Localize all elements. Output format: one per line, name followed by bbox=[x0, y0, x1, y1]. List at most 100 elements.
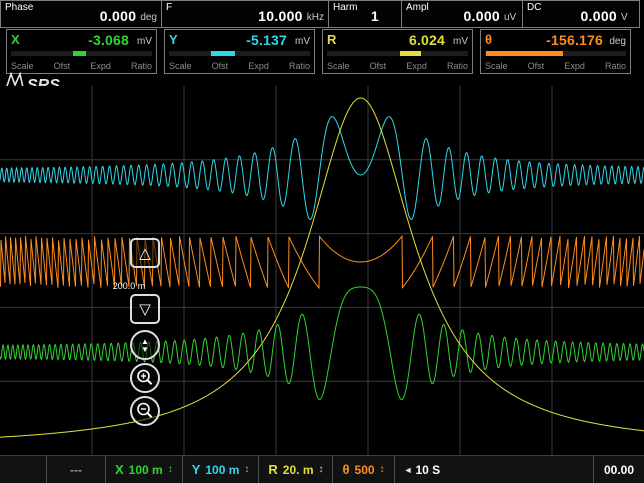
scale-value: 100 m bbox=[205, 463, 239, 477]
channel-indicator-segment bbox=[486, 51, 562, 56]
magnifier-minus-icon bbox=[135, 401, 155, 421]
channel-indicator-segment bbox=[400, 51, 421, 56]
param-value: 0.000 bbox=[580, 8, 617, 24]
channel-control-ofst[interactable]: Ofst bbox=[370, 61, 387, 71]
param-unit: deg bbox=[140, 12, 157, 23]
trace-y bbox=[0, 117, 644, 220]
channel-r[interactable]: R 6.024 mV Scale Ofst Expd Ratio bbox=[322, 29, 473, 74]
arrows-up-down-icon: ▲▼ bbox=[141, 338, 149, 353]
channel-control-expd[interactable]: Expd bbox=[248, 61, 269, 71]
trace-r bbox=[0, 98, 644, 437]
param-ampl[interactable]: Ampl 0.000 uV bbox=[401, 0, 523, 28]
channel-control-scale[interactable]: Scale bbox=[327, 61, 350, 71]
channel-unit: mV bbox=[137, 36, 152, 47]
channel-control-expd[interactable]: Expd bbox=[406, 61, 427, 71]
magnifier-plus-icon bbox=[135, 368, 155, 388]
scale-value: 20. m bbox=[283, 463, 314, 477]
scale-y[interactable]: Y 100 m ↕ bbox=[182, 456, 259, 483]
param-f[interactable]: F 10.000 kHz bbox=[161, 0, 329, 28]
param-dc[interactable]: DC0.000V bbox=[522, 0, 640, 28]
channel-control-ratio[interactable]: Ratio bbox=[605, 61, 626, 71]
channel-indicator bbox=[327, 51, 468, 56]
scale-theta[interactable]: θ 500 ↕ bbox=[332, 456, 393, 483]
clock: 00.00 bbox=[593, 456, 644, 483]
param-label: Ampl bbox=[406, 2, 429, 13]
param-value: 0.000 bbox=[463, 8, 500, 24]
pan-vertical-button[interactable]: ▲▼ bbox=[130, 330, 160, 360]
channel-unit: mV bbox=[453, 36, 468, 47]
timebase-value: 10 S bbox=[415, 463, 440, 477]
channel-control-scale[interactable]: Scale bbox=[169, 61, 192, 71]
channel-value: -3.068 bbox=[88, 32, 129, 48]
waveform-graph bbox=[0, 86, 644, 455]
channel-control-ratio[interactable]: Ratio bbox=[289, 61, 310, 71]
scale-down-button[interactable]: ▽ bbox=[130, 294, 160, 324]
channel-control-ofst[interactable]: Ofst bbox=[528, 61, 545, 71]
param-unit: kHz bbox=[307, 12, 324, 23]
channel-theta[interactable]: θ-156.176degScaleOfstExpdRatio bbox=[480, 29, 631, 74]
scale-channel-label: R bbox=[268, 462, 277, 477]
updown-arrow-icon: ↕ bbox=[380, 464, 385, 475]
param-value: 1 bbox=[371, 8, 379, 24]
channel-letter: X bbox=[11, 32, 20, 47]
channel-indicator-segment bbox=[211, 51, 235, 56]
channel-indicator bbox=[169, 51, 310, 56]
scale-value: 100 m bbox=[129, 463, 163, 477]
lockin-display: Phase0.000degF10.000kHzHarm1Ampl0.000uVD… bbox=[0, 0, 644, 483]
scale-x[interactable]: X100 m↕ bbox=[105, 456, 182, 483]
channel-value: -5.137 bbox=[246, 32, 287, 48]
channel-indicator-segment bbox=[73, 51, 86, 56]
scale-value: 500 bbox=[355, 463, 375, 477]
channel-letter: R bbox=[327, 32, 336, 47]
trace-layer bbox=[0, 86, 644, 455]
channel-controls: Scale Ofst Expd Ratio bbox=[485, 61, 626, 71]
zoom-out-button[interactable] bbox=[130, 396, 160, 426]
scale-r[interactable]: R 20. m ↕ bbox=[258, 456, 332, 483]
channel-indicator bbox=[11, 51, 152, 56]
param-label: F bbox=[166, 2, 172, 13]
channel-control-ofst[interactable]: Ofst bbox=[212, 61, 229, 71]
param-row: Phase0.000degF10.000kHzHarm1Ampl0.000uVD… bbox=[0, 0, 640, 28]
channel-control-ratio[interactable]: Ratio bbox=[131, 61, 152, 71]
channel-control-ratio[interactable]: Ratio bbox=[447, 61, 468, 71]
clock-value: 00.00 bbox=[604, 463, 634, 477]
scale-channel-label: Y bbox=[192, 462, 201, 477]
channel-control-expd[interactable]: Expd bbox=[564, 61, 585, 71]
channel-value: -156.176 bbox=[546, 32, 603, 48]
updown-arrow-icon: ↕ bbox=[244, 464, 249, 475]
statusbar-spacer bbox=[0, 456, 46, 483]
scale-up-button[interactable]: △ bbox=[130, 238, 160, 268]
channel-indicator bbox=[485, 51, 626, 56]
channel-unit: deg bbox=[609, 36, 626, 47]
channel-letter: Y bbox=[169, 32, 178, 47]
channel-control-expd[interactable]: Expd bbox=[90, 61, 111, 71]
scale-channel-label: θ bbox=[342, 462, 349, 477]
channel-control-scale[interactable]: Scale bbox=[485, 61, 508, 71]
scale-channel-label: X bbox=[115, 462, 124, 477]
param-unit: uV bbox=[504, 12, 518, 23]
scale-range-label: 200.0 m bbox=[100, 281, 158, 291]
trace-x bbox=[0, 287, 644, 400]
triangle-down-icon: ▽ bbox=[139, 302, 151, 317]
statusbar-filler bbox=[449, 456, 593, 483]
channel-controls: Scale Ofst Expd Ratio bbox=[169, 61, 310, 71]
channel-unit: mV bbox=[295, 36, 310, 47]
param-phase[interactable]: Phase 0.000deg bbox=[0, 0, 162, 28]
param-harm[interactable]: Harm1 bbox=[328, 0, 402, 28]
param-label: Phase bbox=[5, 2, 33, 13]
zoom-in-button[interactable] bbox=[130, 363, 160, 393]
channel-value: 6.024 bbox=[409, 32, 445, 48]
channel-y[interactable]: Y -5.137 mV Scale Ofst Expd Ratio bbox=[164, 29, 315, 74]
trace-theta bbox=[0, 236, 644, 288]
channel-controls: Scale Ofst Expd Ratio bbox=[327, 61, 468, 71]
triangle-up-icon: △ bbox=[139, 246, 151, 261]
param-unit: V bbox=[621, 12, 635, 23]
trigger-mode[interactable]: --- bbox=[46, 456, 105, 483]
channel-row: X -3.068 mV Scale Ofst Expd Ratio Y -5.137 mV Scal… bbox=[6, 29, 631, 74]
updown-arrow-icon: ↕ bbox=[318, 464, 323, 475]
statusbar: --- X100 m↕Y100 m↕R20. m↕θ500↕ ◄ 10 S 00… bbox=[0, 455, 644, 483]
timebase-control[interactable]: ◄ 10 S bbox=[394, 456, 450, 483]
channel-x[interactable]: X-3.068mVScaleOfstExpdRatio bbox=[6, 29, 157, 74]
param-value: 10.000 bbox=[258, 8, 303, 24]
param-value: 0.000 bbox=[100, 8, 137, 24]
